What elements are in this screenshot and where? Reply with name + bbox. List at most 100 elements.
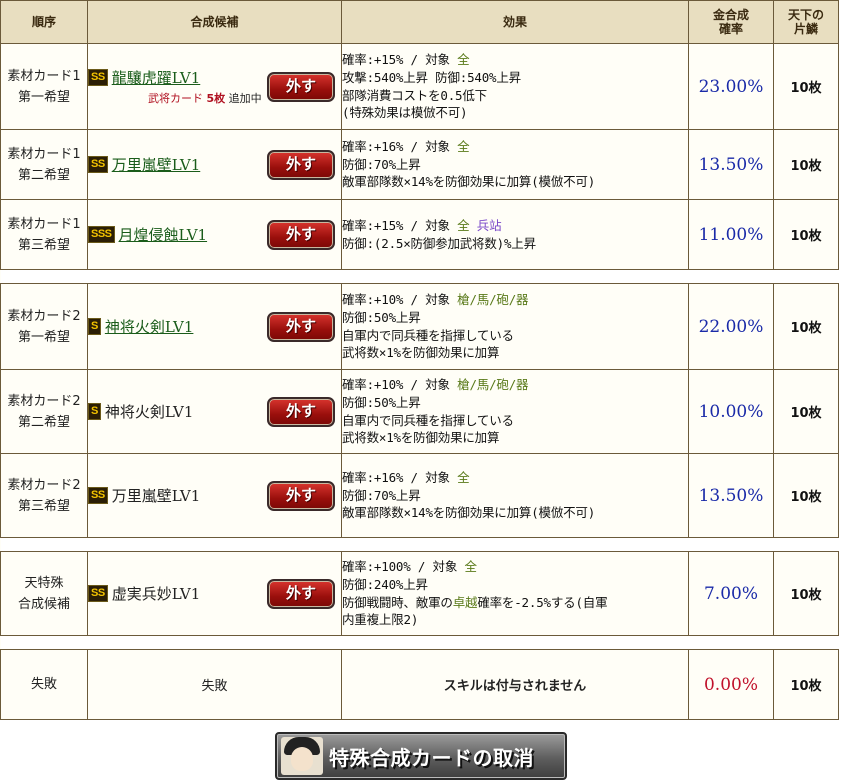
synthesis-rate: 23.00% [688,43,774,130]
header-scale: 天下の 片鱗 [773,0,839,44]
effect-line: 防御:70%上昇 [342,487,688,505]
order-material: 素材カード2 [7,308,81,324]
row-spacer [0,635,839,650]
candidate-cell: SS 龍驤虎躍LV1 武将カード 5枚 追加中 外す [87,43,342,130]
effect-text: 攻撃:540%上昇 防御:540%上昇 [342,69,521,85]
order-preference: 第一希望 [17,89,70,105]
order-cell: 天特殊 合成候補 [0,551,88,636]
effect-text: 確率を-2.5%する(自軍 [477,594,608,610]
fail-scale-count: 10枚 [773,649,839,720]
header-rate: 金合成 確率 [688,0,774,44]
synthesis-rate: 11.00% [688,199,774,270]
header-row: 順序 合成候補 効果 金合成 確率 天下の 片鱗 [0,0,839,44]
rank-badge: S [88,403,101,420]
effect-text: 自軍内で同兵種を指揮している [342,327,514,343]
remove-button[interactable]: 外す [267,149,335,180]
effect-text: 確率:+16% / 対象 [342,139,458,155]
effect-text: 防御:70%上昇 [342,156,421,172]
fail-effect-cell: スキルは付与されません [341,649,689,720]
effect-text: (特殊効果は模倣不可) [342,105,468,121]
synthesis-rate: 10.00% [688,369,774,454]
tenka-scale-count: 10枚 [773,43,839,130]
cancel-special-synthesis-button[interactable]: 特殊合成カードの取消 [275,732,567,780]
effect-text: 防御:(2.5×防御参加武将数)%上昇 [342,235,536,251]
effect-text: 部隊消費コストを0.5低下 [342,87,487,103]
order-preference: 第二希望 [17,414,70,430]
effect-line: 確率:+16% / 対象 全 [342,469,688,487]
effect-line: 防御:50%上昇 [342,394,688,412]
note-prefix: 武将カード [148,92,203,105]
fail-order-cell: 失敗 [0,649,88,720]
general-portrait-icon [281,737,323,775]
synthesis-rate: 13.50% [688,129,774,200]
row-spacer [0,537,839,552]
tenka-scale-count: 10枚 [773,453,839,538]
order-preference: 第三希望 [17,237,70,253]
skill-name[interactable]: 龍驤虎躍LV1 [112,67,201,88]
spacer-cell [0,635,839,650]
effect-line: 確率:+10% / 対象 槍/馬/砲/器 [342,376,688,394]
candidate-cell: S 神将火剣LV1 外す [87,369,342,454]
order-material: 素材カード2 [7,477,81,493]
synthesis-rate: 7.00% [688,551,774,636]
remove-button[interactable]: 外す [267,396,335,427]
effect-text: 確率:+10% / 対象 [342,377,458,393]
effect-text: 確率:+16% / 対象 [342,470,458,486]
remove-button[interactable]: 外す [267,71,335,102]
effect-line: 確率:+16% / 対象 全 [342,138,688,156]
effect-text: 確率:+15% / 対象 [342,217,458,233]
effect-cell: 確率:+16% / 対象 全防御:70%上昇敵軍部隊数×14%を防御効果に加算(… [341,453,689,538]
note-count: 5枚 [206,92,226,105]
effect-line: 確率:+100% / 対象 全 [342,558,688,576]
candidate-row: 素材カード2 第二希望 S 神将火剣LV1 外す 確率:+10% / 対象 槍/馬/砲/器… [0,369,839,454]
effect-text: 全 [457,52,470,68]
skill-name[interactable]: 神将火剣LV1 [105,316,194,337]
effect-line: 確率:+15% / 対象 全 兵站 [342,217,688,235]
fail-candidate-cell: 失敗 [87,649,342,720]
order-cell: 素材カード2 第三希望 [0,453,88,538]
candidate-row: 素材カード2 第三希望 SS 万里嵐壁LV1 外す 確率:+16% / 対象 全防御:70… [0,453,839,538]
cancel-button-label: 特殊合成カードの取消 [329,745,534,770]
candidate-cell: SSS 月煌侵蝕LV1 外す [87,199,342,270]
effect-line: 自軍内で同兵種を指揮している [342,412,688,430]
remove-button[interactable]: 外す [267,480,335,511]
effect-line: 自軍内で同兵種を指揮している [342,327,688,345]
remove-button[interactable]: 外す [267,219,335,250]
order-cell: 素材カード1 第二希望 [0,129,88,200]
effect-text: 全 [464,559,477,575]
spacer-cell [0,269,839,284]
effect-text: 卓越 [452,594,478,610]
effect-cell: 確率:+16% / 対象 全防御:70%上昇 敵軍部隊数×14%を防御効果に加算(… [341,129,689,200]
skill-name[interactable]: 月煌侵蝕LV1 [119,224,208,245]
candidate-row: 素材カード1 第一希望 SS 龍驤虎躍LV1 武将カード 5枚 追加中 外す 確率:+15%… [0,43,839,130]
candidate-row: 天特殊 合成候補 SS 虚実兵妙LV1 外す 確率:+100% / 対象 全防御:240%… [0,551,839,636]
candidate-cell: S 神将火剣LV1 外す [87,283,342,370]
effect-text: 槍/馬/砲/器 [457,377,529,393]
tenka-scale-count: 10枚 [773,283,839,370]
effect-line: 敵軍部隊数×14%を防御効果に加算(模倣不可) [342,173,688,191]
rank-badge: SS [88,487,108,504]
effect-text: 確率:+15% / 対象 [342,52,458,68]
order-preference: 第三希望 [17,498,70,514]
synthesis-rate: 22.00% [688,283,774,370]
remove-button[interactable]: 外す [267,311,335,342]
order-preference: 第一希望 [17,329,70,345]
candidate-row: 素材カード1 第二希望 SS 万里嵐壁LV1 外す 確率:+16% / 対象 全防御:70… [0,129,839,200]
skill-name[interactable]: 万里嵐壁LV1 [112,154,201,175]
effect-line: 武将数×1%を防御効果に加算 [342,429,688,447]
order-cell: 素材カード1 第三希望 [0,199,88,270]
order-material: 素材カード1 [7,68,81,84]
order-cell: 素材カード2 第一希望 [0,283,88,370]
tenka-scale-count: 10枚 [773,129,839,200]
effect-text: 防御:50%上昇 [342,394,421,410]
order-preference: 第二希望 [17,167,70,183]
effect-text [469,218,476,233]
effect-line: (特殊効果は模倣不可) [342,104,688,122]
effect-line: 防御:50%上昇 [342,309,688,327]
effect-line: 武将数×1%を防御効果に加算 [342,344,688,362]
effect-text: 防御:70%上昇 [342,487,421,503]
effect-line: 確率:+10% / 対象 槍/馬/砲/器 [342,291,688,309]
remove-button[interactable]: 外す [267,578,335,609]
order-material: 天特殊 [24,575,64,591]
effect-text: 敵軍部隊数×14%を防御効果に加算(模倣不可) [342,505,596,521]
